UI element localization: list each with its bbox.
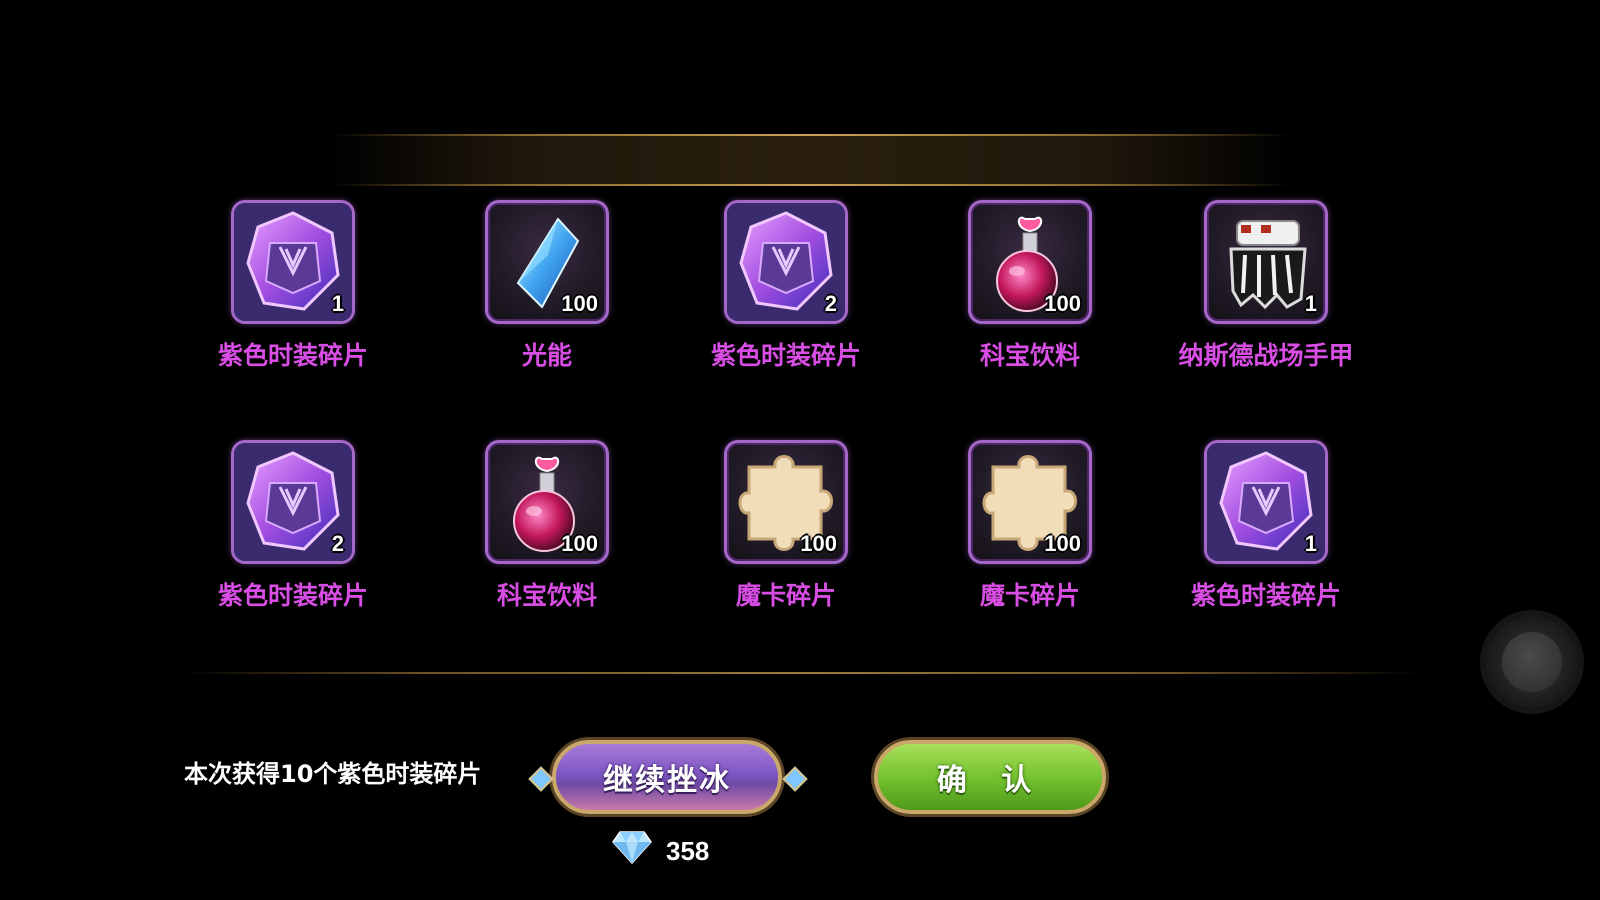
continue-button-label: 继续挫冰 — [603, 763, 731, 798]
reward-count: 2 — [331, 531, 344, 556]
reward-name: 魔卡碎片 — [979, 581, 1080, 610]
reward-count: 2 — [824, 291, 837, 316]
reward-slot[interactable]: 100 — [968, 200, 1092, 324]
bottom-divider — [180, 672, 1420, 674]
reward-count: 100 — [1044, 531, 1081, 556]
reward-count: 100 — [561, 531, 598, 556]
reward-count: 1 — [1304, 291, 1317, 316]
reward-count: 1 — [1304, 531, 1317, 556]
reward-name: 紫色时装碎片 — [217, 581, 368, 610]
reward-name: 紫色时装碎片 — [1190, 581, 1341, 610]
reward-slot[interactable]: 100 — [485, 440, 609, 564]
reward-slot[interactable]: 100 — [724, 440, 848, 564]
reward-slot[interactable]: 100 — [485, 200, 609, 324]
diamond-icon — [612, 831, 652, 864]
button-gem-right-ornament — [782, 766, 808, 792]
reward-name: 紫色时装碎片 — [710, 341, 861, 370]
reward-slot[interactable]: 2 — [724, 200, 848, 324]
reward-count: 1 — [331, 291, 344, 316]
button-gem-left-ornament — [528, 766, 554, 792]
reward-slot[interactable]: 1 — [1204, 440, 1328, 564]
reward-name: 光能 — [521, 341, 572, 370]
continue-button[interactable]: 继续挫冰 — [552, 740, 782, 814]
confirm-button[interactable]: 确 认 — [874, 740, 1106, 814]
reward-name: 纳斯德战场手甲 — [1178, 341, 1354, 370]
reward-slot[interactable]: 2 — [231, 440, 355, 564]
summary-text: 本次获得10个紫色时装碎片 — [184, 760, 482, 788]
floating-assist-button[interactable] — [1486, 616, 1578, 708]
reward-slot[interactable]: 1 — [1204, 200, 1328, 324]
header-banner — [330, 134, 1290, 186]
reward-slot[interactable]: 100 — [968, 440, 1092, 564]
reward-name: 魔卡碎片 — [735, 581, 836, 610]
reward-count: 100 — [800, 531, 837, 556]
diamond-cost: 358 — [666, 836, 710, 866]
reward-count: 100 — [561, 291, 598, 316]
reward-slot[interactable]: 1 — [231, 200, 355, 324]
reward-name: 科宝饮料 — [496, 581, 597, 610]
reward-count: 100 — [1044, 291, 1081, 316]
reward-name: 科宝饮料 — [979, 341, 1080, 370]
confirm-button-label: 确 认 — [936, 763, 1044, 798]
reward-name: 紫色时装碎片 — [217, 341, 368, 370]
